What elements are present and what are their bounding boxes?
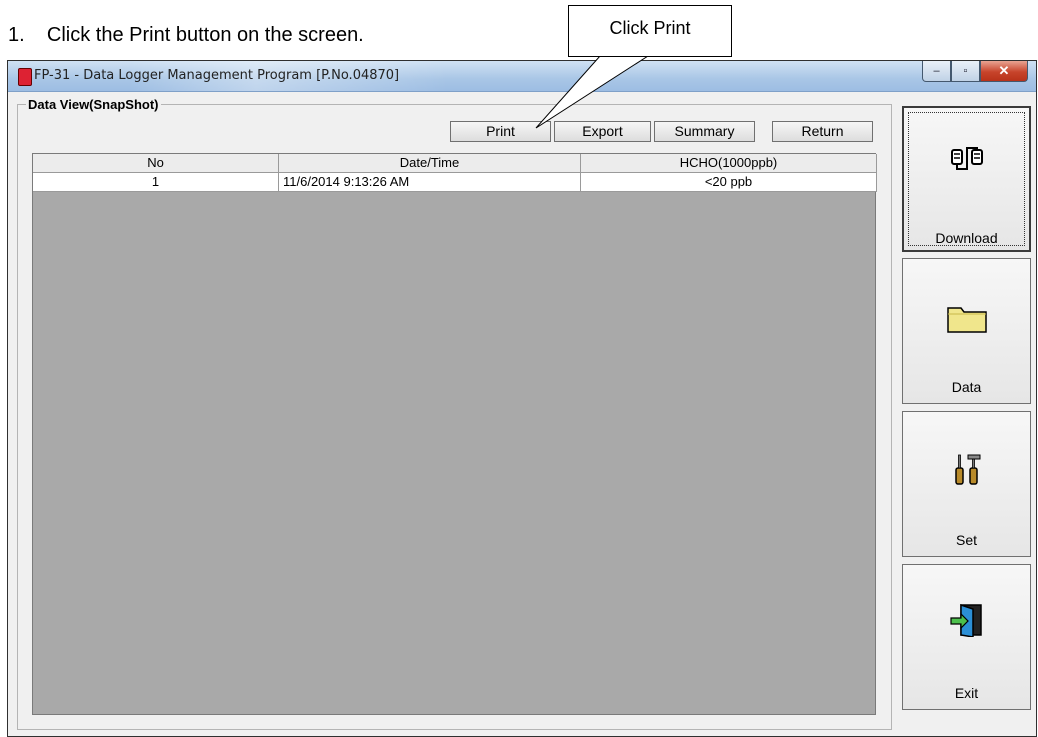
column-header-no[interactable]: No — [33, 154, 279, 173]
download-connector-icon — [950, 147, 983, 170]
column-header-datetime[interactable]: Date/Time — [279, 154, 581, 173]
grid-header: No Date/Time HCHO(1000ppb) — [33, 154, 877, 173]
set-label: Set — [955, 532, 977, 548]
cell-datetime[interactable]: 11/6/2014 9:13:26 AM — [279, 173, 581, 192]
set-button[interactable]: Set — [902, 411, 1031, 557]
tools-icon — [954, 454, 980, 485]
download-label: Download — [935, 230, 998, 246]
data-label: Data — [951, 379, 982, 395]
column-header-hcho[interactable]: HCHO(1000ppb) — [581, 154, 877, 173]
exit-label: Exit — [954, 685, 979, 701]
cell-no[interactable]: 1 — [33, 173, 279, 192]
data-button[interactable]: Data — [902, 258, 1031, 404]
folder-icon — [946, 307, 987, 333]
data-grid[interactable]: No Date/Time HCHO(1000ppb) 1 11/6/2014 9… — [32, 153, 877, 715]
app-window: FP-31 - Data Logger Management Program [… — [7, 60, 1037, 737]
exit-button[interactable]: Exit — [902, 564, 1031, 710]
exit-door-icon — [949, 603, 982, 637]
table-row[interactable]: 1 11/6/2014 9:13:26 AM <20 ppb — [33, 173, 877, 192]
callout-pointer — [535, 55, 650, 129]
cell-hcho[interactable]: <20 ppb — [581, 173, 877, 192]
callout-box: Click Print — [568, 5, 732, 57]
